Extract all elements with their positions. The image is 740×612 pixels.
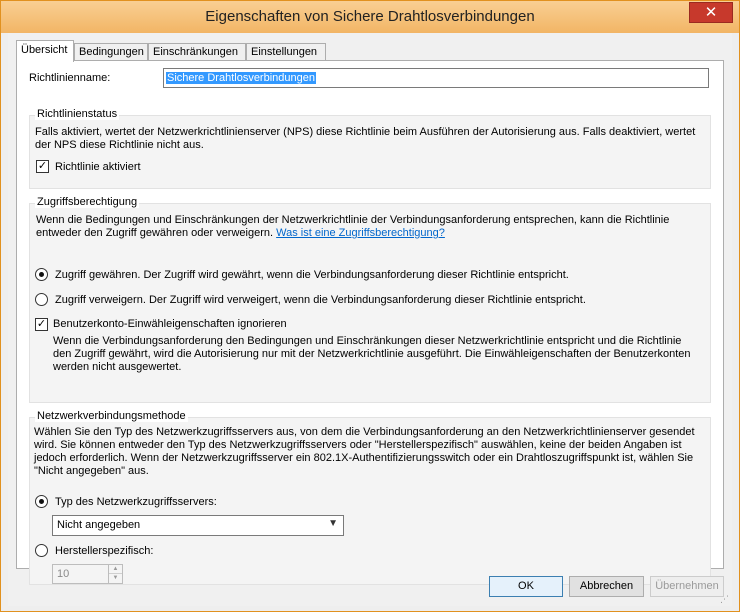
ignore-dialin-label[interactable]: Benutzerkonto-Einwähleigenschaften ignor… <box>53 318 287 330</box>
policy-name-label: Richtlinienname: <box>29 72 111 84</box>
status-group-title: Richtlinienstatus <box>35 108 120 120</box>
policy-enabled-label[interactable]: Richtlinie aktiviert <box>55 161 141 173</box>
access-description: Wenn die Bedingungen und Einschränkungen… <box>36 214 706 240</box>
stepper-up-icon[interactable]: ▲ <box>109 565 122 574</box>
server-type-value: Nicht angegeben <box>57 519 141 531</box>
chevron-down-icon: ▼ <box>328 518 338 529</box>
resize-grip-icon[interactable]: ⋰ <box>720 594 730 604</box>
policy-enabled-checkbox[interactable]: ✓ <box>36 160 49 173</box>
vendor-specific-value: 10 <box>57 568 70 580</box>
tab-constraints[interactable]: Einschränkungen <box>148 43 246 61</box>
ok-button[interactable]: OK <box>489 576 563 597</box>
server-type-label[interactable]: Typ des Netzwerkzugriffsservers: <box>55 496 217 508</box>
stepper-down-icon[interactable]: ▼ <box>109 574 122 583</box>
server-type-radio[interactable] <box>35 495 48 508</box>
connection-method-description: Wählen Sie den Typ des Netzwerkzugriffss… <box>34 426 695 477</box>
deny-access-label[interactable]: Zugriff verweigern. Der Zugriff wird ver… <box>55 294 586 306</box>
policy-name-input[interactable]: Sichere Drahtlosverbindungen <box>163 68 709 88</box>
policy-name-value: Sichere Drahtlosverbindungen <box>166 72 316 84</box>
ignore-dialin-checkbox[interactable]: ✓ <box>35 318 48 331</box>
tab-panel-overview: Richtlinienname: Sichere Drahtlosverbind… <box>16 60 724 585</box>
status-group: Richtlinienstatus Falls aktiviert, werte… <box>29 108 711 189</box>
access-group: Zugriffsberechtigung Wenn die Bedingunge… <box>29 196 711 403</box>
connection-method-group: Netzwerkverbindungsmethode Wählen Sie de… <box>29 410 711 585</box>
tab-conditions[interactable]: Bedingungen <box>74 43 148 61</box>
properties-dialog: Eigenschaften von Sichere Drahtlosverbin… <box>0 0 740 612</box>
window-title: Eigenschaften von Sichere Drahtlosverbin… <box>205 8 535 25</box>
tab-settings[interactable]: Einstellungen <box>246 43 326 61</box>
access-group-title: Zugriffsberechtigung <box>35 196 140 208</box>
vendor-specific-label[interactable]: Herstellerspezifisch: <box>55 545 153 557</box>
close-button[interactable]: ✕ <box>689 2 733 23</box>
access-help-link[interactable]: Was ist eine Zugriffsberechtigung? <box>276 227 445 239</box>
title-bar[interactable]: Eigenschaften von Sichere Drahtlosverbin… <box>1 1 739 33</box>
connection-method-title: Netzwerkverbindungsmethode <box>35 410 188 422</box>
vendor-specific-radio[interactable] <box>35 544 48 557</box>
apply-button[interactable]: Übernehmen <box>650 576 724 597</box>
deny-access-radio[interactable] <box>35 293 48 306</box>
tab-overview[interactable]: Übersicht <box>16 40 74 62</box>
status-description: Falls aktiviert, wertet der Netzwerkrich… <box>35 126 696 151</box>
grant-access-label[interactable]: Zugriff gewähren. Der Zugriff wird gewäh… <box>55 269 569 281</box>
grant-access-radio[interactable] <box>35 268 48 281</box>
dialog-client: Übersicht Bedingungen Einschränkungen Ei… <box>8 33 732 606</box>
vendor-specific-stepper[interactable]: 10 ▲ ▼ <box>52 564 123 584</box>
cancel-button[interactable]: Abbrechen <box>569 576 644 597</box>
server-type-select[interactable]: Nicht angegeben ▼ <box>52 515 344 536</box>
ignore-dialin-description: Wenn die Verbindungsanforderung den Bedi… <box>53 335 691 373</box>
